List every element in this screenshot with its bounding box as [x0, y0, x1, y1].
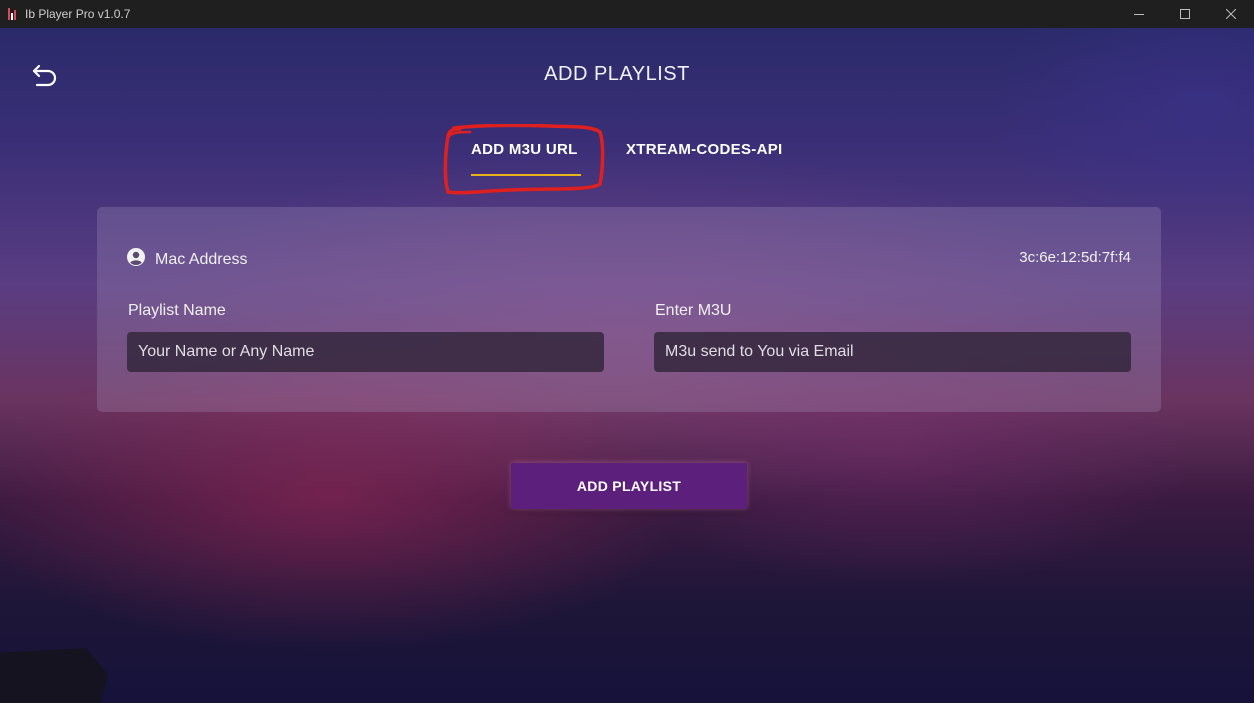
app-logo-icon [8, 8, 18, 20]
user-circle-icon [127, 248, 145, 271]
maximize-icon[interactable] [1162, 0, 1208, 28]
playlist-name-label: Playlist Name [128, 302, 226, 319]
add-playlist-button[interactable]: ADD PLAYLIST [511, 463, 747, 509]
window-titlebar: Ib Player Pro v1.0.7 [0, 0, 1254, 28]
tab-xtream-codes-api[interactable]: XTREAM-CODES-API [626, 141, 782, 158]
active-tab-indicator [471, 174, 581, 176]
close-icon[interactable] [1208, 0, 1254, 28]
app-content: ADD PLAYLIST ADD M3U URL XTREAM-CODES-AP… [0, 28, 1254, 703]
playlist-name-input[interactable] [127, 332, 604, 372]
window-title: Ib Player Pro v1.0.7 [25, 7, 131, 21]
mac-address-row: Mac Address [127, 248, 247, 271]
background-shape [0, 648, 108, 703]
playlist-form-card: Mac Address 3c:6e:12:5d:7f:f4 Playlist N… [97, 207, 1161, 412]
minimize-icon[interactable] [1116, 0, 1162, 28]
red-highlight-annotation [443, 124, 605, 195]
page-title: ADD PLAYLIST [544, 63, 690, 85]
window-controls [1116, 0, 1254, 28]
m3u-label: Enter M3U [655, 302, 732, 319]
m3u-url-input[interactable] [654, 332, 1131, 372]
mac-address-label: Mac Address [155, 250, 248, 268]
mac-address-value: 3c:6e:12:5d:7f:f4 [1019, 249, 1131, 266]
tab-add-m3u-url[interactable]: ADD M3U URL [471, 141, 578, 158]
